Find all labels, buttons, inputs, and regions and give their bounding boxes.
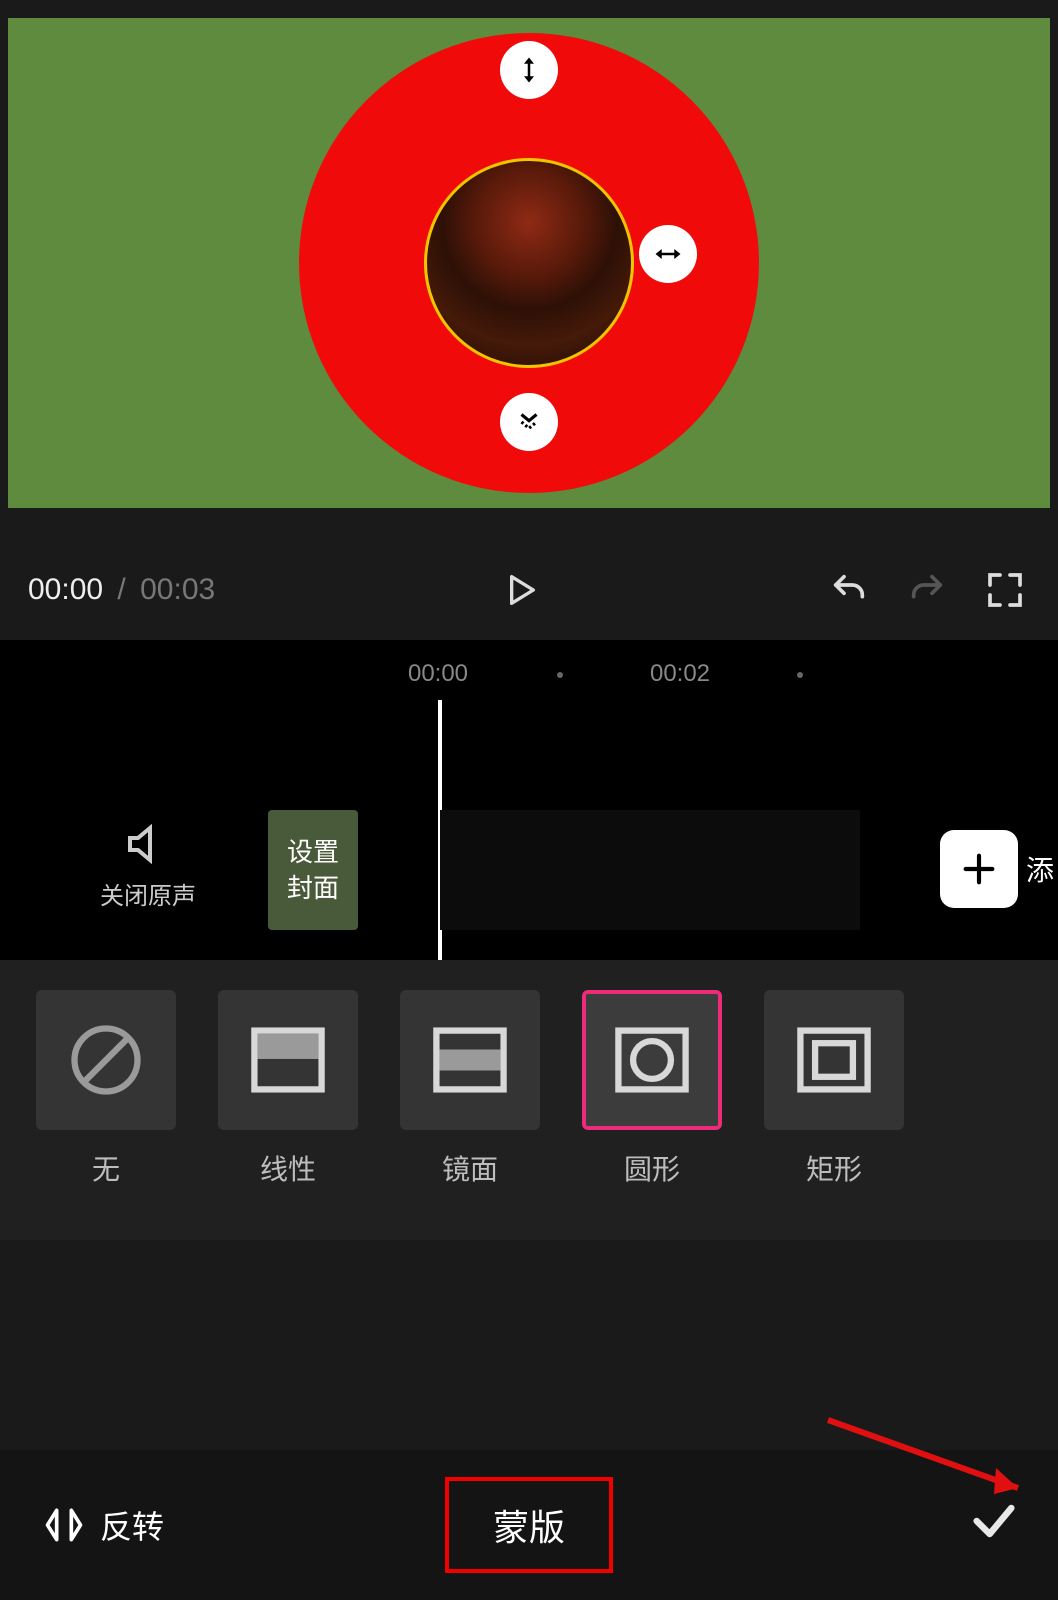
add-clip-button[interactable]: 添	[940, 830, 1054, 908]
mirror-flip-icon	[42, 1503, 86, 1547]
arrow-left-right-icon	[653, 239, 683, 269]
mute-original-audio-button[interactable]: 关闭原声	[100, 820, 196, 911]
mask-option-label: 镜面	[400, 1148, 540, 1188]
fullscreen-icon	[985, 570, 1025, 610]
ruler-label: 00:02	[650, 660, 710, 688]
playback-bar: 00:00 / 00:03	[0, 540, 1058, 640]
set-cover-button[interactable]: 设置 封面	[268, 810, 358, 930]
mask-option-circle[interactable]: 圆形	[582, 990, 722, 1188]
cover-label: 设置 封面	[287, 834, 339, 907]
current-time: 00:00	[28, 573, 103, 606]
video-preview[interactable]	[8, 18, 1050, 508]
resize-vertical-handle[interactable]	[500, 41, 558, 99]
mask-option-mirror[interactable]: 镜面	[400, 990, 540, 1188]
confirm-button[interactable]	[968, 1495, 1020, 1555]
redo-button	[902, 565, 952, 615]
invert-mask-button[interactable]: 反转	[0, 1502, 164, 1548]
timeline-ruler: 00:00 00:02	[0, 660, 1058, 700]
video-clip[interactable]	[440, 810, 860, 930]
resize-horizontal-handle[interactable]	[639, 225, 697, 283]
linear-mask-icon	[246, 1018, 330, 1102]
play-icon	[500, 570, 540, 610]
mask-option-rect[interactable]: 矩形	[764, 990, 904, 1188]
mirror-mask-icon	[428, 1018, 512, 1102]
invert-label: 反转	[100, 1502, 164, 1548]
mask-option-none[interactable]: 无	[36, 990, 176, 1188]
undo-icon	[829, 570, 869, 610]
mask-option-label: 线性	[218, 1148, 358, 1188]
bottom-bar: 反转 蒙版	[0, 1450, 1058, 1600]
mask-window	[424, 158, 634, 368]
speaker-icon	[124, 820, 172, 868]
add-clip-box	[940, 830, 1018, 908]
duration-time: 00:03	[140, 573, 215, 606]
arrow-up-down-icon	[514, 55, 544, 85]
time-separator: /	[111, 573, 131, 606]
fullscreen-button[interactable]	[980, 565, 1030, 615]
mask-option-linear[interactable]: 线性	[218, 990, 358, 1188]
ruler-label: 00:00	[408, 660, 468, 688]
play-button[interactable]	[495, 565, 545, 615]
plus-icon	[959, 849, 999, 889]
redo-icon	[907, 570, 947, 610]
timeline[interactable]: 00:00 00:02 关闭原声 设置 封面 添	[0, 640, 1058, 960]
mask-options-strip[interactable]: 无 线性 镜面 圆形	[0, 960, 1058, 1240]
mute-label: 关闭原声	[100, 883, 196, 910]
check-icon	[968, 1495, 1020, 1547]
mask-option-label: 无	[36, 1148, 176, 1188]
ruler-tick	[797, 672, 803, 678]
mask-option-label: 圆形	[582, 1148, 722, 1188]
ruler-tick	[557, 672, 563, 678]
time-display: 00:00 / 00:03	[28, 573, 215, 607]
circle-mask-icon	[610, 1018, 694, 1102]
undo-button[interactable]	[824, 565, 874, 615]
rect-mask-icon	[792, 1018, 876, 1102]
chevron-double-down-icon	[514, 407, 544, 437]
none-icon	[64, 1018, 148, 1102]
add-label: 添	[1026, 849, 1054, 889]
mask-option-label: 矩形	[764, 1148, 904, 1188]
mask-overlay[interactable]	[299, 33, 759, 493]
panel-title: 蒙版	[445, 1477, 613, 1573]
feather-handle[interactable]	[500, 393, 558, 451]
